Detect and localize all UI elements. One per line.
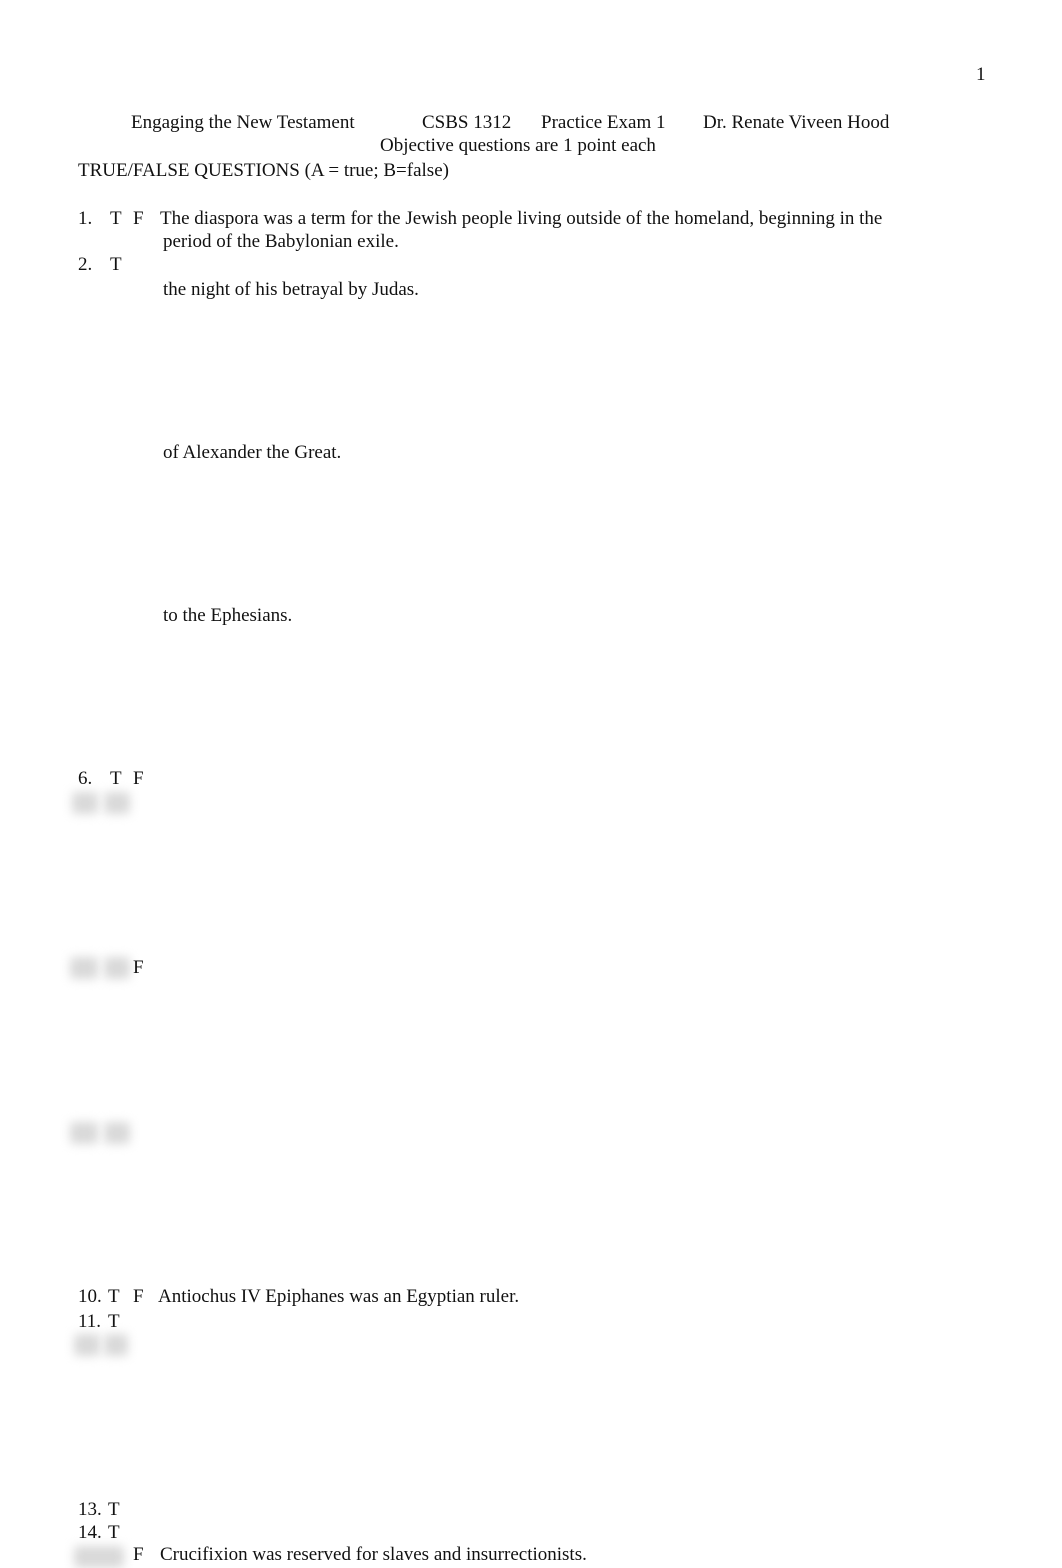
question-text-continuation: period of the Babylonian exile. (163, 231, 399, 252)
redacted-block (104, 792, 130, 814)
false-option[interactable]: F (133, 956, 144, 979)
true-option[interactable]: T (108, 1498, 120, 1521)
redacted-block (74, 1546, 124, 1568)
true-option[interactable]: T (108, 1285, 120, 1308)
redacted-block (104, 1334, 128, 1356)
question-number: 11. (78, 1311, 102, 1332)
question-number: 10. (78, 1286, 102, 1307)
true-option[interactable]: T (110, 253, 122, 276)
question-text-continuation: the night of his betrayal by Judas. (163, 279, 419, 300)
exam-subtitle: Objective questions are 1 point each (380, 135, 656, 156)
instructor-name: Dr. Renate Viveen Hood (703, 112, 890, 133)
question-number: 6. (78, 768, 93, 789)
question-number: 13. (78, 1499, 102, 1520)
true-option[interactable]: T (110, 767, 122, 790)
true-option[interactable]: T (110, 207, 122, 230)
page-number: 1 (976, 64, 986, 85)
redacted-block (72, 792, 98, 814)
question-number: 2. (78, 254, 93, 275)
false-option[interactable]: F (133, 207, 144, 230)
exam-name: Practice Exam 1 (541, 112, 666, 133)
question-number: 1. (78, 208, 93, 229)
course-title: Engaging the New Testament (131, 112, 355, 133)
question-text-continuation: to the Ephesians. (163, 605, 293, 626)
true-option[interactable]: T (108, 1521, 120, 1544)
true-option[interactable]: T (108, 1310, 120, 1333)
question-text: The diaspora was a term for the Jewish p… (160, 208, 883, 229)
redacted-block (104, 957, 130, 979)
redacted-block (70, 957, 98, 979)
false-option[interactable]: F (133, 1543, 144, 1566)
question-text-continuation: of Alexander the Great. (163, 442, 342, 463)
redacted-block (104, 1122, 130, 1144)
question-text: Crucifixion was reserved for slaves and … (160, 1544, 587, 1565)
question-number: 14. (78, 1522, 102, 1543)
course-code: CSBS 1312 (422, 112, 512, 133)
redacted-block (74, 1334, 100, 1356)
section-title: TRUE/FALSE QUESTIONS (A = true; B=false) (78, 160, 449, 181)
false-option[interactable]: F (133, 1285, 144, 1308)
document-page: { "page_number": "1", "header": { "cours… (0, 0, 1062, 1568)
question-text: Antiochus IV Epiphanes was an Egyptian r… (158, 1286, 520, 1307)
false-option[interactable]: F (133, 767, 144, 790)
redacted-block (70, 1122, 98, 1144)
